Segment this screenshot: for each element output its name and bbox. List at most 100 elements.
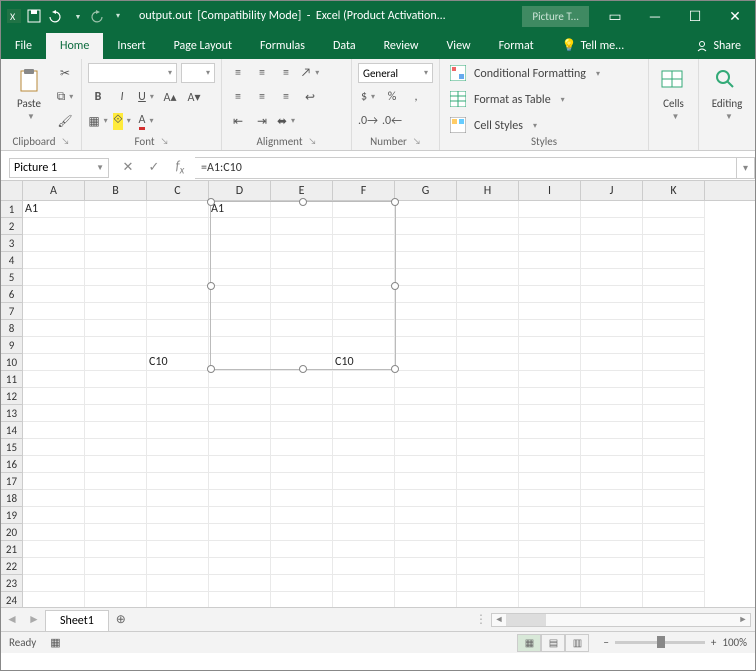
cell[interactable]: [395, 439, 457, 456]
cell[interactable]: [85, 269, 147, 286]
cell[interactable]: [581, 405, 643, 422]
cell[interactable]: [519, 575, 581, 592]
cell[interactable]: [519, 286, 581, 303]
cell[interactable]: [395, 235, 457, 252]
cell[interactable]: [643, 422, 705, 439]
cell[interactable]: [209, 507, 271, 524]
row-header[interactable]: 14: [1, 422, 23, 439]
cell[interactable]: [209, 405, 271, 422]
cell[interactable]: [457, 405, 519, 422]
zoom-value[interactable]: 100%: [722, 636, 747, 649]
name-box[interactable]: Picture 1 ▼: [9, 158, 109, 178]
cut-icon[interactable]: ✂: [55, 63, 75, 83]
cell[interactable]: [457, 592, 519, 607]
cell[interactable]: [643, 235, 705, 252]
cell[interactable]: [85, 201, 147, 218]
align-center-icon[interactable]: ≡: [252, 87, 272, 107]
cell[interactable]: [333, 422, 395, 439]
hscroll-right-icon[interactable]: ►: [736, 614, 750, 626]
col-header[interactable]: J: [581, 181, 643, 200]
zoom-in-icon[interactable]: +: [711, 636, 716, 649]
col-header[interactable]: H: [457, 181, 519, 200]
cell[interactable]: [519, 456, 581, 473]
row-header[interactable]: 1: [1, 201, 23, 218]
hscroll-thumb[interactable]: [506, 614, 546, 626]
cell[interactable]: [271, 490, 333, 507]
cell[interactable]: [581, 507, 643, 524]
cell[interactable]: [271, 439, 333, 456]
cell[interactable]: [457, 354, 519, 371]
cell[interactable]: [519, 541, 581, 558]
cell[interactable]: [147, 439, 209, 456]
cell[interactable]: [333, 439, 395, 456]
cell[interactable]: [147, 507, 209, 524]
cell[interactable]: [147, 524, 209, 541]
cell[interactable]: [147, 575, 209, 592]
cell[interactable]: [85, 541, 147, 558]
decrease-indent-icon[interactable]: ⇤: [228, 111, 248, 131]
cell[interactable]: [333, 575, 395, 592]
cell[interactable]: [457, 252, 519, 269]
cell[interactable]: [395, 286, 457, 303]
resize-handle-se[interactable]: [391, 365, 399, 373]
cell[interactable]: [333, 558, 395, 575]
row-header[interactable]: 6: [1, 286, 23, 303]
decrease-font-icon[interactable]: A▾: [184, 87, 204, 107]
cell[interactable]: [643, 286, 705, 303]
cell[interactable]: [147, 201, 209, 218]
cell[interactable]: [85, 388, 147, 405]
cell[interactable]: [333, 473, 395, 490]
number-format-select[interactable]: General▾: [358, 63, 433, 83]
cells-button[interactable]: Cells▼: [655, 61, 692, 127]
cell[interactable]: [23, 252, 85, 269]
share-button[interactable]: Share: [681, 33, 755, 59]
cell[interactable]: [643, 354, 705, 371]
cell[interactable]: [519, 592, 581, 607]
resize-handle-ne[interactable]: [391, 198, 399, 206]
cell[interactable]: [271, 558, 333, 575]
cell[interactable]: [23, 371, 85, 388]
row-header[interactable]: 19: [1, 507, 23, 524]
tab-format[interactable]: Format: [485, 33, 548, 59]
paste-dropdown-icon[interactable]: ▼: [27, 112, 35, 122]
cell[interactable]: [457, 473, 519, 490]
cell[interactable]: [85, 456, 147, 473]
resize-handle-w[interactable]: [207, 282, 215, 290]
bold-button[interactable]: B: [88, 87, 108, 107]
cell[interactable]: [147, 320, 209, 337]
cell[interactable]: A1: [23, 201, 85, 218]
cell[interactable]: [457, 371, 519, 388]
cell[interactable]: [643, 371, 705, 388]
cell[interactable]: [147, 490, 209, 507]
cell[interactable]: [23, 575, 85, 592]
cell[interactable]: [85, 354, 147, 371]
sheet-tab-sheet1[interactable]: Sheet1: [45, 610, 109, 631]
worksheet-grid[interactable]: A B C D E F G H I J K 1A1A12345678910C10…: [1, 181, 755, 607]
cell[interactable]: [209, 490, 271, 507]
tab-view[interactable]: View: [433, 33, 485, 59]
cell[interactable]: [271, 388, 333, 405]
cell[interactable]: [581, 252, 643, 269]
cell[interactable]: [85, 371, 147, 388]
align-left-icon[interactable]: ≡: [228, 87, 248, 107]
cell[interactable]: [395, 371, 457, 388]
merge-center-icon[interactable]: ⬌▾: [276, 111, 296, 131]
increase-indent-icon[interactable]: ⇥: [252, 111, 272, 131]
cell[interactable]: [209, 541, 271, 558]
cell[interactable]: [209, 439, 271, 456]
cell[interactable]: [643, 575, 705, 592]
cell[interactable]: [457, 269, 519, 286]
cell[interactable]: [23, 507, 85, 524]
cell[interactable]: [271, 422, 333, 439]
cell[interactable]: [271, 575, 333, 592]
maximize-button[interactable]: ☐: [675, 1, 715, 31]
hscroll-left-icon[interactable]: ◄: [492, 614, 506, 626]
name-box-dropdown-icon[interactable]: ▼: [96, 163, 104, 173]
tell-me[interactable]: 💡 Tell me...: [548, 32, 639, 59]
close-button[interactable]: ✕: [715, 1, 755, 31]
cell[interactable]: [85, 252, 147, 269]
cell[interactable]: [581, 320, 643, 337]
cell[interactable]: [333, 490, 395, 507]
cell[interactable]: [519, 405, 581, 422]
formula-bar-expand-icon[interactable]: ▾: [737, 157, 755, 179]
